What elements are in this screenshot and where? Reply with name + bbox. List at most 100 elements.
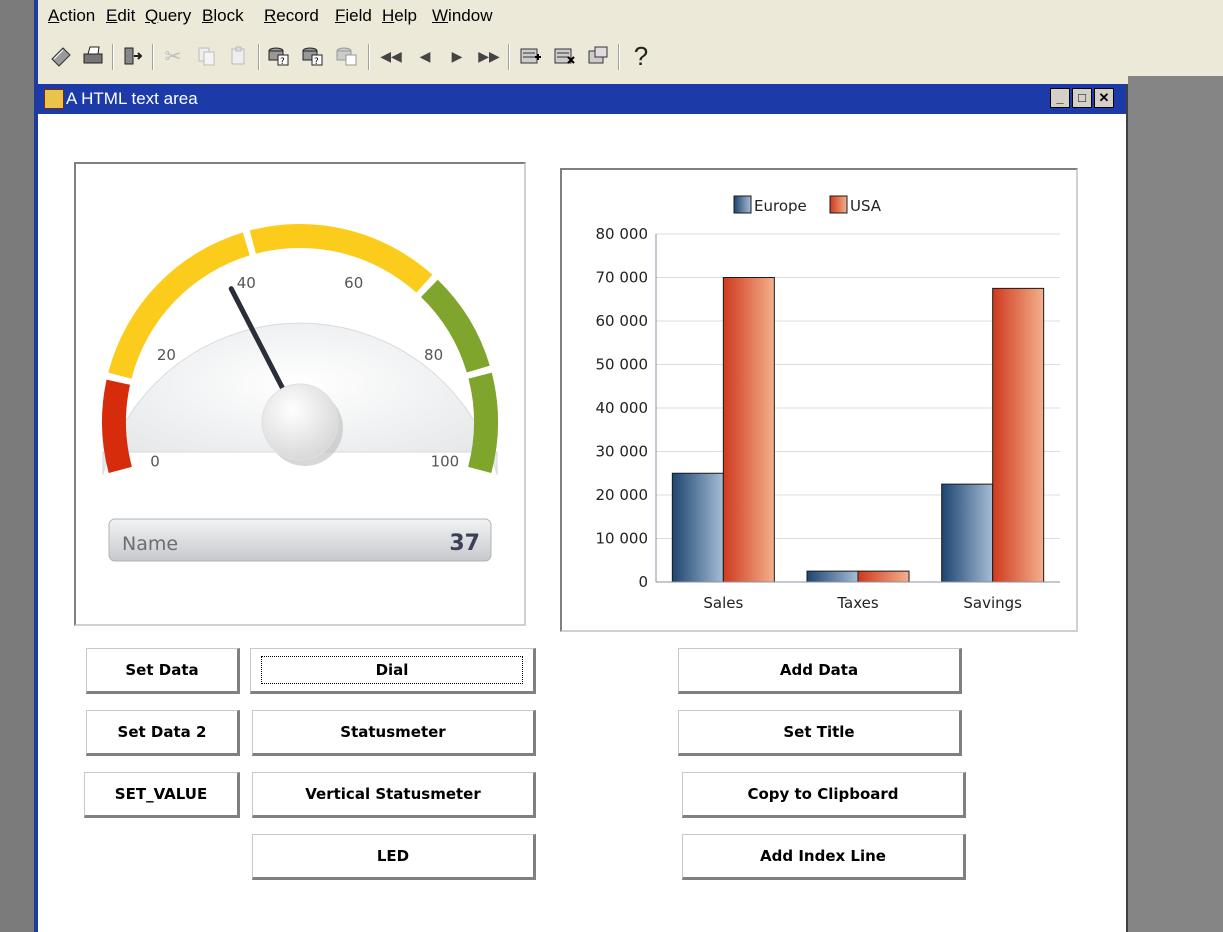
insert-record-icon[interactable]	[516, 41, 546, 71]
set-data-button[interactable]: Set Data	[86, 648, 240, 694]
minimize-icon: _	[1056, 90, 1064, 105]
set-data-2-button[interactable]: Set Data 2	[86, 710, 240, 756]
vertical-statusmeter-label: Vertical Statusmeter	[305, 785, 481, 803]
menu-item-window[interactable]: Window	[432, 6, 492, 26]
last-record-icon[interactable]: ▶▶	[474, 41, 504, 71]
window-titlebar[interactable]: A HTML text area _ □ ✕	[38, 84, 1126, 114]
html-text-area-window: A HTML text area _ □ ✕ 0 20 40 60 80 100…	[38, 84, 1128, 932]
menu-label-rest: uery	[158, 6, 192, 25]
gauge-band-yellow-2	[249, 224, 433, 293]
previous-record-icon[interactable]: ◀	[410, 41, 440, 71]
menu-item-help[interactable]: Help	[382, 6, 417, 26]
menu-label-rest: elp	[394, 6, 417, 25]
bar-usa-taxes	[857, 570, 910, 583]
menu-mnemonic: H	[382, 6, 395, 25]
y-tick-label: 80 000	[596, 225, 649, 243]
y-tick-label: 70 000	[596, 269, 649, 287]
led-label: LED	[376, 847, 410, 865]
menu-label-rest: ield	[345, 6, 372, 25]
gauge-tick-label: 0	[150, 453, 160, 471]
y-tick-label: 10 000	[596, 530, 649, 548]
save-icon[interactable]	[46, 41, 76, 71]
copy-icon[interactable]	[192, 41, 222, 71]
bar-europe-taxes	[806, 570, 859, 583]
set-data-2-label: Set Data 2	[117, 723, 207, 741]
bar-usa-savings	[992, 287, 1045, 583]
minimize-button[interactable]: _	[1050, 88, 1070, 108]
cancel-query-icon[interactable]	[332, 41, 362, 71]
menu-item-action[interactable]: Action	[48, 6, 95, 26]
menu-item-query[interactable]: Query	[145, 6, 191, 26]
close-button[interactable]: ✕	[1094, 88, 1114, 108]
execute-query-icon[interactable]: ?	[298, 41, 328, 71]
menu-label-rest: ecord	[276, 6, 319, 25]
set-data-label: Set Data	[125, 661, 199, 679]
set-title-button[interactable]: Set Title	[678, 710, 962, 756]
menu-item-field[interactable]: Field	[335, 6, 372, 26]
gauge-tick-label: 40	[237, 274, 256, 292]
add-data-button[interactable]: Add Data	[678, 648, 962, 694]
y-tick-label: 60 000	[596, 312, 649, 330]
gauge-tick-label: 20	[157, 346, 176, 364]
chart-panel: Europe USA 0 10 000 20 000 30 000 40 000 50 00…	[560, 168, 1078, 632]
gauge-name-label: Name	[122, 533, 178, 555]
enter-query-icon[interactable]: ?	[264, 41, 294, 71]
add-data-label: Add Data	[779, 661, 859, 679]
duplicate-record-icon[interactable]	[584, 41, 614, 71]
gauge-panel: 0 20 40 60 80 100 Name 37	[74, 162, 526, 626]
exit-icon[interactable]	[118, 41, 148, 71]
menu-mnemonic: B	[202, 6, 214, 25]
menu-mnemonic: W	[432, 6, 449, 25]
bar-europe-sales	[671, 472, 724, 583]
window-app-icon	[44, 89, 64, 109]
set-value-button[interactable]: SET_VALUE	[84, 772, 240, 818]
y-tick-label: 0	[638, 573, 648, 591]
gauge-tick-label: 100	[431, 453, 460, 471]
svg-text:?: ?	[280, 57, 285, 67]
legend-label-usa: USA	[850, 197, 882, 215]
print-icon[interactable]	[78, 41, 108, 71]
help-icon[interactable]: ?	[626, 41, 656, 71]
led-button[interactable]: LED	[252, 834, 536, 880]
menu-mnemonic: F	[335, 6, 346, 25]
y-tick-label: 40 000	[596, 399, 649, 417]
cut-icon[interactable]: ✂	[158, 41, 188, 71]
menu-mnemonic: E	[106, 6, 118, 25]
gauge-tick-label: 80	[424, 346, 443, 364]
dial-button[interactable]: Dial	[250, 648, 536, 694]
vertical-statusmeter-button[interactable]: Vertical Statusmeter	[252, 772, 536, 818]
delete-record-icon[interactable]	[550, 41, 580, 71]
add-index-line-button[interactable]: Add Index Line	[682, 834, 966, 880]
menu-bar: Action Edit Query Block Record Field Hel…	[38, 0, 1223, 36]
toolbar: ✂ ? ? ◀◀ ◀ ▶ ▶▶ ?	[38, 36, 1223, 76]
add-index-line-label: Add Index Line	[760, 847, 886, 865]
x-tick-label: Savings	[963, 594, 1022, 612]
menu-mnemonic: Q	[145, 6, 159, 25]
legend-swatch-europe	[733, 195, 752, 214]
menu-item-record[interactable]: Record	[264, 6, 319, 26]
gauge-dial: 0 20 40 60 80 100 Name 37	[102, 224, 498, 562]
copy-to-clipboard-button[interactable]: Copy to Clipboard	[682, 772, 966, 818]
y-tick-label: 30 000	[596, 443, 649, 461]
set-value-label: SET_VALUE	[114, 785, 208, 803]
menu-mnemonic: A	[48, 6, 60, 25]
bar-chart: Europe USA 0 10 000 20 000 30 000 40 000 50 00…	[596, 195, 1060, 612]
left-gray-strip	[0, 0, 34, 932]
svg-text:?: ?	[314, 57, 319, 67]
maximize-button[interactable]: □	[1072, 88, 1092, 108]
menu-mnemonic: R	[264, 6, 277, 25]
next-record-icon[interactable]: ▶	[442, 41, 472, 71]
gauge-tick-label: 60	[344, 274, 363, 292]
menu-item-edit[interactable]: Edit	[106, 6, 135, 26]
first-record-icon[interactable]: ◀◀	[376, 41, 406, 71]
x-tick-label: Sales	[703, 594, 743, 612]
maximize-icon: □	[1078, 90, 1086, 105]
menu-label-rest: dit	[117, 6, 136, 25]
menu-label-rest: indow	[448, 6, 493, 25]
menu-item-block[interactable]: Block	[202, 6, 244, 26]
statusmeter-button[interactable]: Statusmeter	[252, 710, 536, 756]
x-tick-label: Taxes	[836, 594, 879, 612]
mdi-background	[1128, 76, 1223, 932]
y-tick-label: 50 000	[596, 356, 649, 374]
paste-icon[interactable]	[224, 41, 254, 71]
